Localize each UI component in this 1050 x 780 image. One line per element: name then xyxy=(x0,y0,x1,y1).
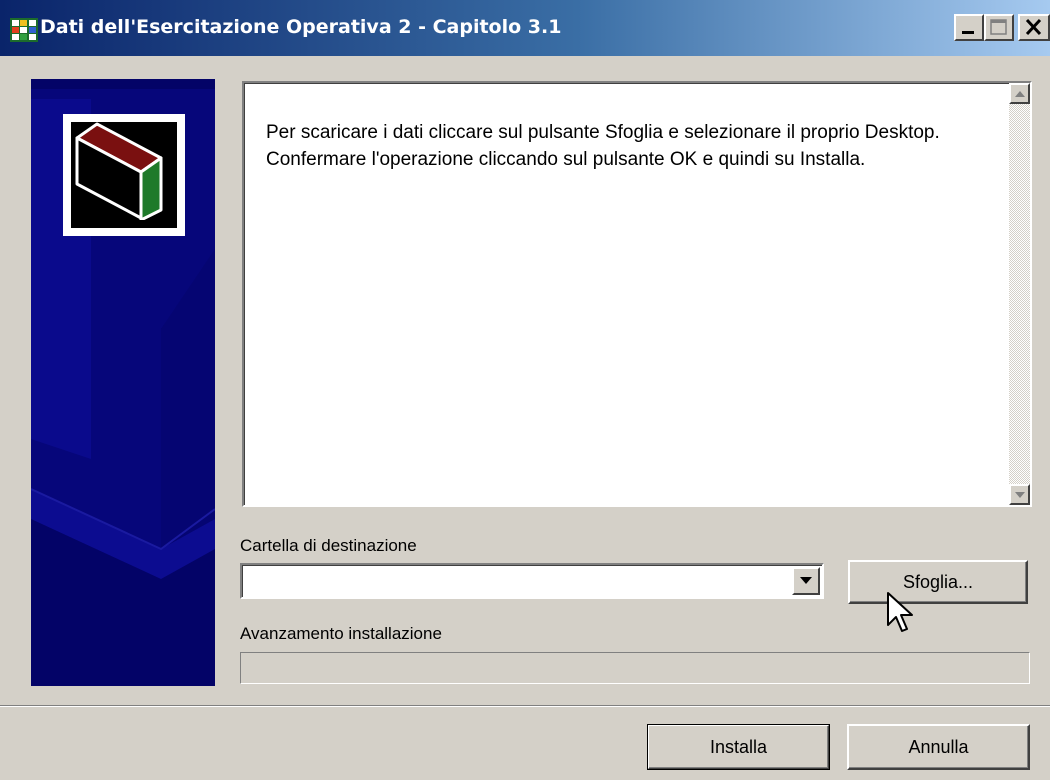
scroll-down-icon xyxy=(1015,492,1025,498)
installer-window: Dati dell'Esercitazione Operativa 2 - Ca… xyxy=(0,0,1050,780)
minimize-button[interactable] xyxy=(954,14,984,41)
mouse-pointer-icon xyxy=(887,592,913,632)
installer-box-icon xyxy=(75,122,163,220)
destination-combobox[interactable] xyxy=(240,563,824,599)
destination-label: Cartella di destinazione xyxy=(240,536,417,555)
installer-logo xyxy=(63,114,185,236)
browse-button[interactable]: Sfoglia... xyxy=(848,560,1028,604)
close-icon xyxy=(1025,18,1042,36)
instructions-text: Per scaricare i dati cliccare sul pulsan… xyxy=(266,122,940,170)
vertical-scrollbar[interactable] xyxy=(1009,83,1030,505)
window-title: Dati dell'Esercitazione Operativa 2 - Ca… xyxy=(40,16,562,38)
cancel-button[interactable]: Annulla xyxy=(847,724,1030,770)
side-banner xyxy=(31,79,215,686)
minimize-icon xyxy=(962,31,974,34)
scroll-up-button[interactable] xyxy=(1009,83,1030,104)
instructions-textarea[interactable]: Per scaricare i dati cliccare sul pulsan… xyxy=(242,81,1032,507)
title-bar[interactable]: Dati dell'Esercitazione Operativa 2 - Ca… xyxy=(0,0,1050,56)
maximize-icon xyxy=(990,19,1007,35)
footer-separator xyxy=(0,705,1050,707)
progress-label: Avanzamento installazione xyxy=(240,624,442,643)
chevron-down-icon xyxy=(800,577,812,584)
maximize-button[interactable] xyxy=(984,14,1014,41)
setup-app-icon xyxy=(10,18,38,42)
scroll-up-icon xyxy=(1015,91,1025,97)
destination-dropdown-button[interactable] xyxy=(792,567,820,595)
close-button[interactable] xyxy=(1018,14,1050,41)
scroll-down-button[interactable] xyxy=(1009,484,1030,505)
install-button[interactable]: Installa xyxy=(647,724,830,770)
install-progress-bar xyxy=(240,652,1030,684)
